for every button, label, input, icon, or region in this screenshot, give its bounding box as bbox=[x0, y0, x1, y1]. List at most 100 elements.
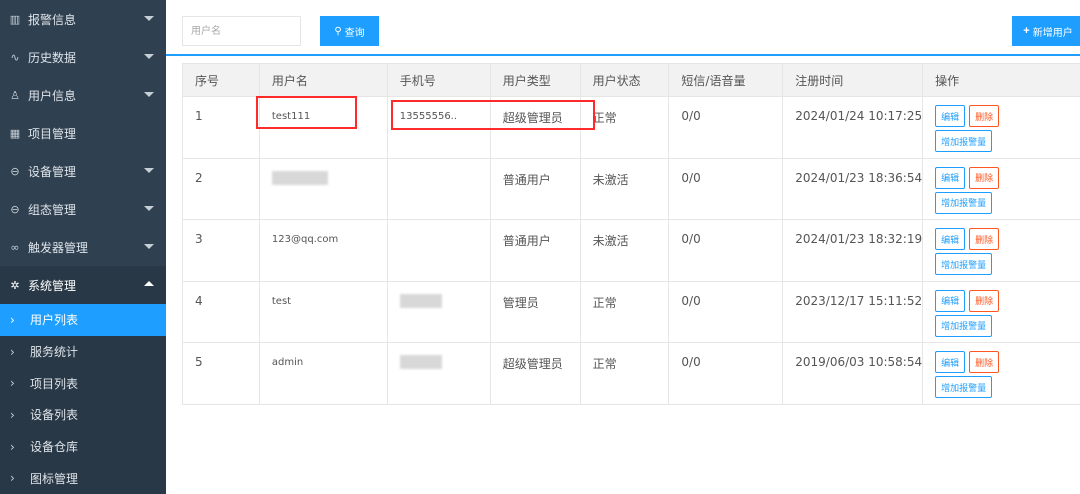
add-user-button-label: 新增用户 bbox=[1033, 24, 1073, 39]
submenu-item-project-list[interactable]: › 项目列表 bbox=[0, 367, 166, 399]
edit-button[interactable]: 编辑 bbox=[935, 290, 965, 312]
cell-status: 未激活 bbox=[580, 158, 669, 220]
submenu-item-label: 图标管理 bbox=[30, 470, 78, 487]
menu-item-user-info[interactable]: ♙ 用户信息 bbox=[0, 76, 166, 114]
submenu-item-user-list[interactable]: › 用户列表 bbox=[0, 304, 166, 336]
cell-phone bbox=[387, 281, 490, 343]
edit-button[interactable]: 编辑 bbox=[935, 351, 965, 373]
menu-item-device[interactable]: ⊖ 设备管理 bbox=[0, 152, 166, 190]
search-icon: ⚲ bbox=[334, 26, 341, 37]
chevron-down-icon bbox=[144, 206, 154, 211]
table-header-row: 序号 用户名 手机号 用户类型 用户状态 短信/语音量 注册时间 操作 bbox=[183, 64, 1080, 97]
cell-phone: 13555556.. bbox=[387, 97, 490, 159]
submenu-item-label: 项目列表 bbox=[30, 375, 78, 392]
submenu-item-label: 服务统计 bbox=[30, 343, 78, 360]
add-alarm-button[interactable]: 增加报警量 bbox=[935, 253, 992, 275]
add-alarm-button[interactable]: 增加报警量 bbox=[935, 376, 992, 398]
col-header-register-time: 注册时间 bbox=[783, 64, 923, 97]
col-header-username: 用户名 bbox=[259, 64, 387, 97]
chevron-down-icon bbox=[144, 16, 154, 21]
cell-user-type: 管理员 bbox=[490, 281, 580, 343]
cell-username: test bbox=[259, 281, 387, 343]
table-row: 2 普通用户 未激活 0/0 2024/01/23 18:36:54 编辑 删除… bbox=[183, 158, 1080, 220]
cell-register-time: 2024/01/23 18:36:54 bbox=[783, 158, 923, 220]
cell-actions: 编辑 删除 增加报警量 bbox=[923, 220, 1080, 282]
cell-user-type: 超级管理员 bbox=[490, 343, 580, 405]
username-search-input[interactable] bbox=[182, 16, 301, 46]
cell-user-type: 超级管理员 bbox=[490, 97, 580, 159]
menu-item-alarm[interactable]: ▥ 报警信息 bbox=[0, 0, 166, 38]
col-header-no: 序号 bbox=[183, 64, 260, 97]
query-button-label: 查询 bbox=[345, 24, 365, 39]
cell-register-time: 2023/12/17 15:11:52 bbox=[783, 281, 923, 343]
menu-item-label: 历史数据 bbox=[28, 49, 76, 66]
edit-button[interactable]: 编辑 bbox=[935, 167, 965, 189]
cell-username: 123@qq.com bbox=[259, 220, 387, 282]
col-header-status: 用户状态 bbox=[580, 64, 669, 97]
delete-button[interactable]: 删除 bbox=[969, 167, 999, 189]
chevron-right-icon: › bbox=[10, 440, 22, 454]
table-row: 1 test111 13555556.. 超级管理员 正常 0/0 2024/0… bbox=[183, 97, 1080, 159]
cell-quota: 0/0 bbox=[669, 220, 783, 282]
cell-no: 2 bbox=[183, 158, 260, 220]
chevron-up-icon bbox=[144, 281, 154, 286]
edit-button[interactable]: 编辑 bbox=[935, 105, 965, 127]
add-alarm-button[interactable]: 增加报警量 bbox=[935, 315, 992, 337]
submenu-item-service-stats[interactable]: › 服务统计 bbox=[0, 336, 166, 368]
cell-username: test111 bbox=[259, 97, 387, 159]
gear-icon: ✲ bbox=[8, 279, 22, 292]
grid-icon: ▦ bbox=[8, 127, 22, 140]
edit-button[interactable]: 编辑 bbox=[935, 228, 965, 250]
col-header-sms-quota: 短信/语音量 bbox=[669, 64, 783, 97]
table-row: 3 123@qq.com 普通用户 未激活 0/0 2024/01/23 18:… bbox=[183, 220, 1080, 282]
menu-item-system[interactable]: ✲ 系统管理 bbox=[0, 266, 166, 304]
menu-item-history[interactable]: ∿ 历史数据 bbox=[0, 38, 166, 76]
table-row: 5 admin 超级管理员 正常 0/0 2019/06/03 10:58:54… bbox=[183, 343, 1080, 405]
menu-item-label: 用户信息 bbox=[28, 87, 76, 104]
cell-no: 3 bbox=[183, 220, 260, 282]
cell-status: 正常 bbox=[580, 343, 669, 405]
cell-actions: 编辑 删除 增加报警量 bbox=[923, 343, 1080, 405]
cell-user-type: 普通用户 bbox=[490, 220, 580, 282]
cell-quota: 0/0 bbox=[669, 343, 783, 405]
main-content: ⚲ 查询 + 新增用户 序号 用户名 手机号 用户类型 用户状态 短信/语音量 … bbox=[166, 0, 1080, 493]
cell-phone bbox=[387, 343, 490, 405]
chevron-down-icon bbox=[144, 54, 154, 59]
delete-button[interactable]: 删除 bbox=[969, 105, 999, 127]
menu-item-config[interactable]: ⊖ 组态管理 bbox=[0, 190, 166, 228]
cell-phone bbox=[387, 158, 490, 220]
chevron-right-icon: › bbox=[10, 313, 22, 327]
delete-button[interactable]: 删除 bbox=[969, 290, 999, 312]
submenu-item-icon-manage[interactable]: › 图标管理 bbox=[0, 462, 166, 494]
menu-item-label: 组态管理 bbox=[28, 201, 76, 218]
plus-icon: + bbox=[1023, 25, 1029, 37]
chevron-right-icon: › bbox=[10, 408, 22, 422]
submenu-item-device-warehouse[interactable]: › 设备仓库 bbox=[0, 431, 166, 463]
chevron-down-icon bbox=[144, 244, 154, 249]
chevron-right-icon: › bbox=[10, 345, 22, 359]
cell-register-time: 2024/01/23 18:32:19 bbox=[783, 220, 923, 282]
add-alarm-button[interactable]: 增加报警量 bbox=[935, 130, 992, 152]
cell-actions: 编辑 删除 增加报警量 bbox=[923, 97, 1080, 159]
submenu-item-label: 设备仓库 bbox=[30, 438, 78, 455]
submenu-item-label: 设备列表 bbox=[30, 406, 78, 423]
menu-item-trigger[interactable]: ∞ 触发器管理 bbox=[0, 228, 166, 266]
menu-item-label: 设备管理 bbox=[28, 163, 76, 180]
delete-button[interactable]: 删除 bbox=[969, 228, 999, 250]
menu-item-label: 报警信息 bbox=[28, 11, 76, 28]
redacted-phone bbox=[400, 355, 442, 369]
pulse-icon: ∿ bbox=[8, 51, 22, 64]
menu-item-project[interactable]: ▦ 项目管理 bbox=[0, 114, 166, 152]
cell-register-time: 2019/06/03 10:58:54 bbox=[783, 343, 923, 405]
submenu-item-device-list[interactable]: › 设备列表 bbox=[0, 399, 166, 431]
delete-button[interactable]: 删除 bbox=[969, 351, 999, 373]
cell-username bbox=[259, 158, 387, 220]
link-icon: ∞ bbox=[8, 241, 22, 254]
add-user-button[interactable]: + 新增用户 bbox=[1012, 16, 1080, 46]
cell-no: 4 bbox=[183, 281, 260, 343]
add-alarm-button[interactable]: 增加报警量 bbox=[935, 192, 992, 214]
config-icon: ⊖ bbox=[8, 203, 22, 216]
cell-quota: 0/0 bbox=[669, 281, 783, 343]
query-button[interactable]: ⚲ 查询 bbox=[320, 16, 379, 46]
user-table: 序号 用户名 手机号 用户类型 用户状态 短信/语音量 注册时间 操作 1 te… bbox=[182, 63, 1080, 405]
